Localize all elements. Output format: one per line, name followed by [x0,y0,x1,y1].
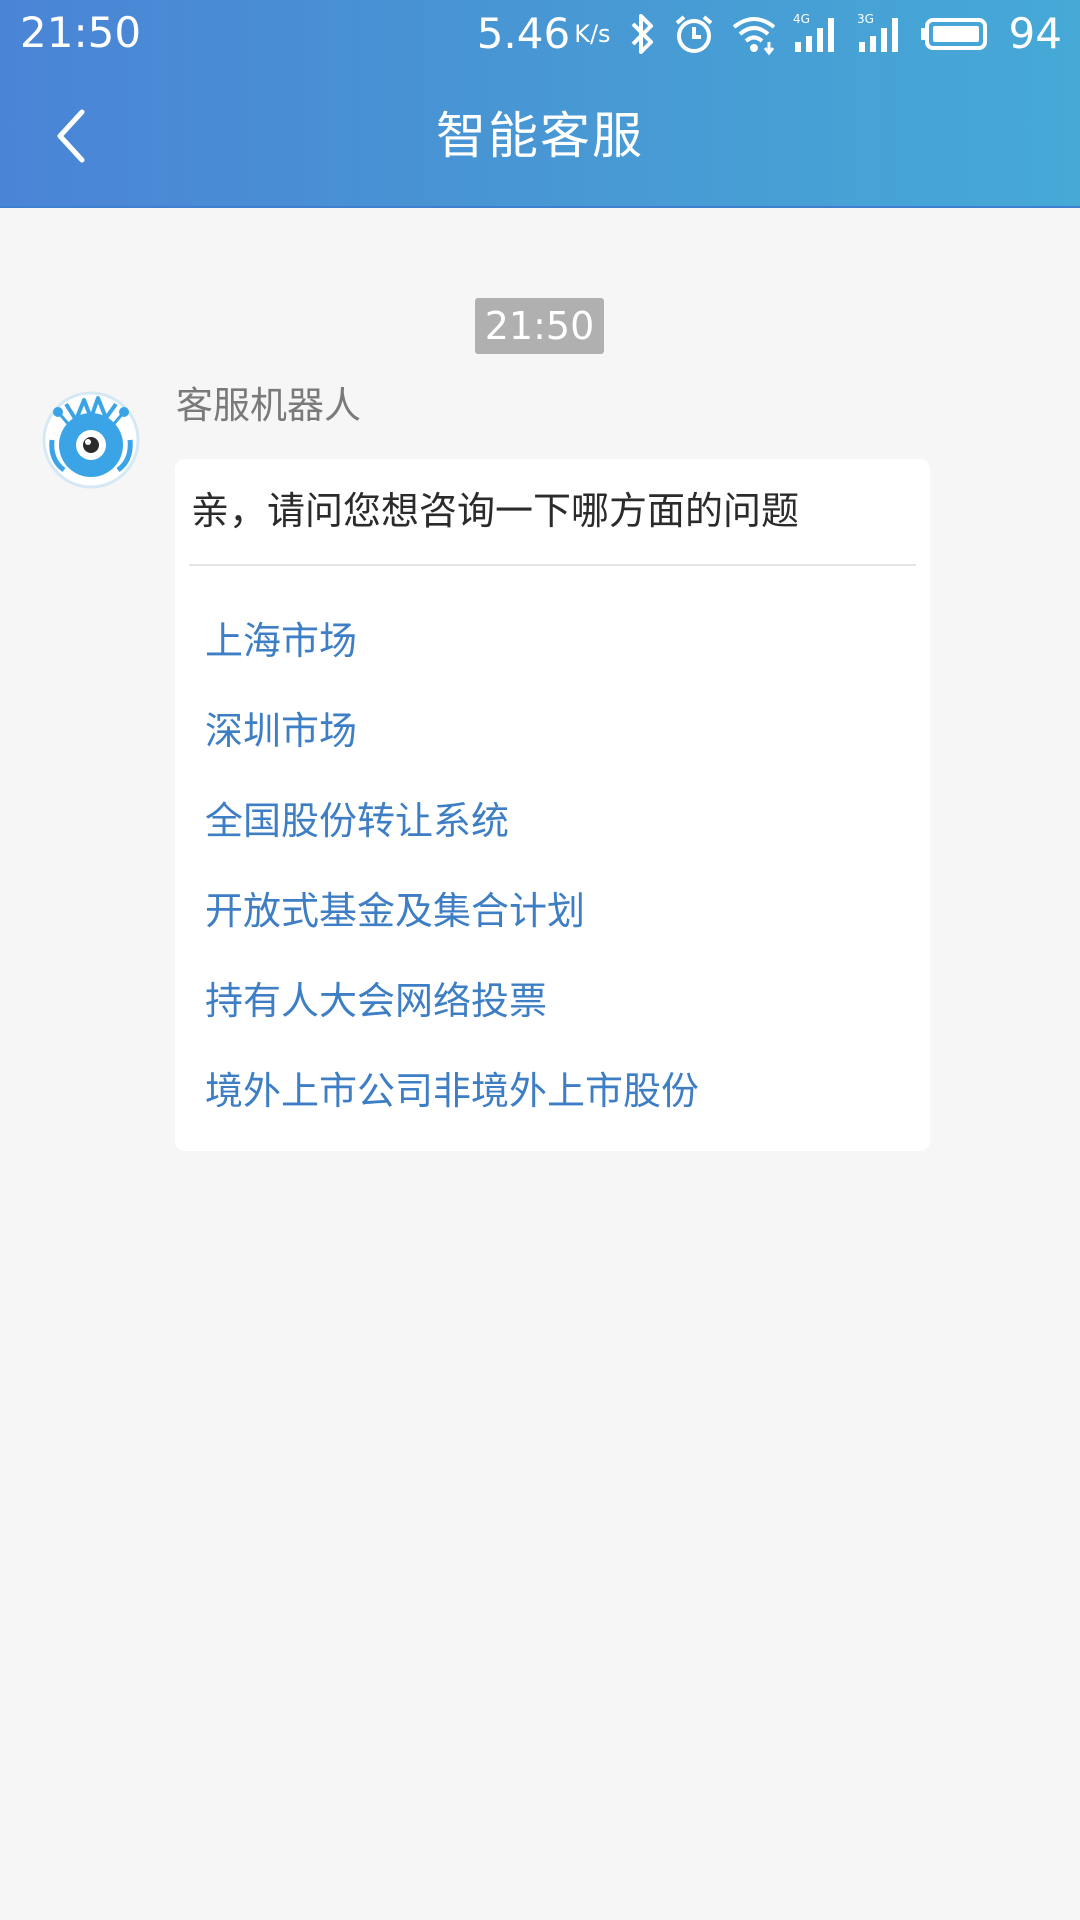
divider [189,564,916,566]
option-shenzhen-market[interactable]: 深圳市场 [205,703,357,759]
alarm-icon [673,12,715,56]
chat-message-bubble: 亲，请问您想咨询一下哪方面的问题 上海市场 深圳市场 全国股份转让系统 开放式基… [175,459,930,1151]
option-shanghai-market[interactable]: 上海市场 [205,613,357,669]
option-overseas-listed-shares[interactable]: 境外上市公司非境外上市股份 [205,1063,699,1119]
option-open-end-funds[interactable]: 开放式基金及集合计划 [205,883,585,939]
chat-timestamp: 21:50 [475,298,604,354]
net-speed-value: 5.46 [476,9,571,58]
bot-question: 亲，请问您想咨询一下哪方面的问题 [191,489,800,533]
option-national-share-transfer[interactable]: 全国股份转让系统 [205,793,509,849]
network-speed: 5.46 K/s [477,9,611,59]
status-time: 21:50 [20,8,142,57]
battery-icon [920,12,993,56]
status-bar: 21:50 5.46 K/s 4G 3G 94 [0,0,1080,68]
bluetooth-icon [627,12,657,56]
signal-3g-icon: 3G [857,12,905,56]
page-title: 智能客服 [436,107,644,165]
net-speed-unit: K/s [574,20,611,48]
option-holders-meeting-vote[interactable]: 持有人大会网络投票 [205,973,547,1029]
header-bar: 21:50 5.46 K/s 4G 3G 94 智能客服 [0,0,1080,208]
svg-text:3G: 3G [857,12,874,26]
battery-percentage: 94 [1008,9,1062,58]
robot-avatar-icon [36,382,146,492]
signal-4g-icon: 4G [793,12,841,56]
status-indicators: 5.46 K/s 4G 3G 94 [477,8,1062,60]
sender-name: 客服机器人 [176,384,361,427]
wifi-icon [731,12,777,56]
svg-text:4G: 4G [793,12,810,26]
